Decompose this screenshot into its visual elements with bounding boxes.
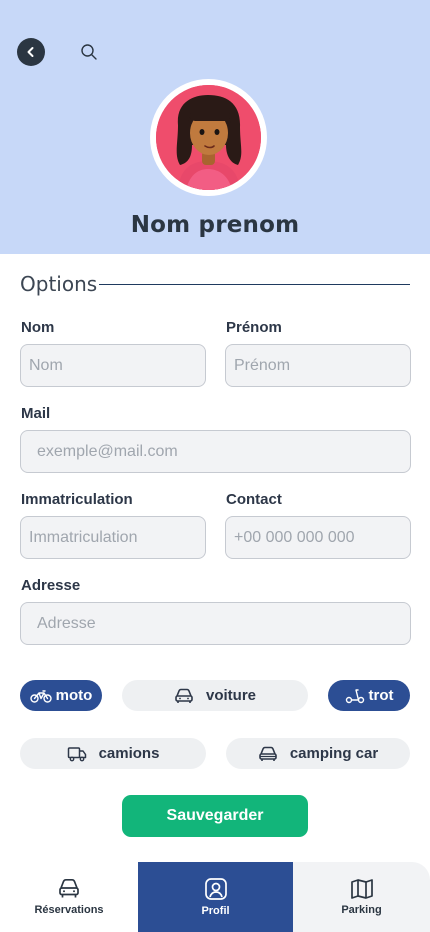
car-icon [175,688,193,703]
immatriculation-input[interactable] [20,516,206,559]
bottom-nav: Réservations Profil Parking [0,862,430,932]
mail-input[interactable] [20,430,411,473]
truck-icon [67,746,86,761]
avatar[interactable] [156,85,261,190]
adresse-input[interactable] [20,602,411,645]
contact-label: Contact [226,491,282,508]
nav-label: Parking [341,904,382,916]
prenom-input[interactable] [225,344,411,387]
avatar-illustration [156,85,261,190]
chevron-left-icon [27,47,34,57]
nav-item-parking[interactable]: Parking [293,862,430,932]
vehicle-chip-voiture[interactable]: voiture [122,680,308,711]
avatar-frame [150,79,267,196]
nav-label: Profil [201,905,230,917]
adresse-label: Adresse [21,577,81,594]
vehicle-chip-label: camping car [289,745,379,762]
vehicle-chip-label: trot [368,687,394,704]
profile-icon [204,878,227,900]
motorbike-icon [29,689,52,703]
back-button[interactable] [17,38,45,66]
options-heading: Options [20,272,410,296]
vehicle-chip-label: moto [55,687,93,704]
camper-icon [259,746,277,761]
contact-input[interactable] [225,516,411,559]
save-button[interactable]: Sauvegarder [122,795,308,837]
search-icon[interactable] [80,43,98,61]
nom-input[interactable] [20,344,206,387]
vehicle-chip-moto[interactable]: moto [20,680,102,711]
car-front-icon [59,878,79,898]
options-divider [99,283,410,285]
nav-item-reservations[interactable]: Réservations [0,862,138,932]
vehicle-chip-label: camions [98,745,160,762]
nom-label: Nom [21,319,55,336]
immatriculation-label: Immatriculation [21,491,133,508]
vehicle-chip-camping-car[interactable]: camping car [226,738,410,769]
vehicle-chip-label: voiture [205,687,256,704]
scooter-icon [345,688,364,703]
mail-label: Mail [21,405,51,422]
nav-label: Réservations [34,904,104,916]
vehicle-chip-trot[interactable]: trot [328,680,410,711]
profile-name: Nom prenom [130,212,300,238]
nav-item-profil[interactable]: Profil [138,862,293,932]
prenom-label: Prénom [226,319,282,336]
profile-header: Nom prenom [0,0,430,254]
vehicle-chip-camions[interactable]: camions [20,738,206,769]
options-title: Options [20,272,98,296]
map-icon [350,879,373,899]
